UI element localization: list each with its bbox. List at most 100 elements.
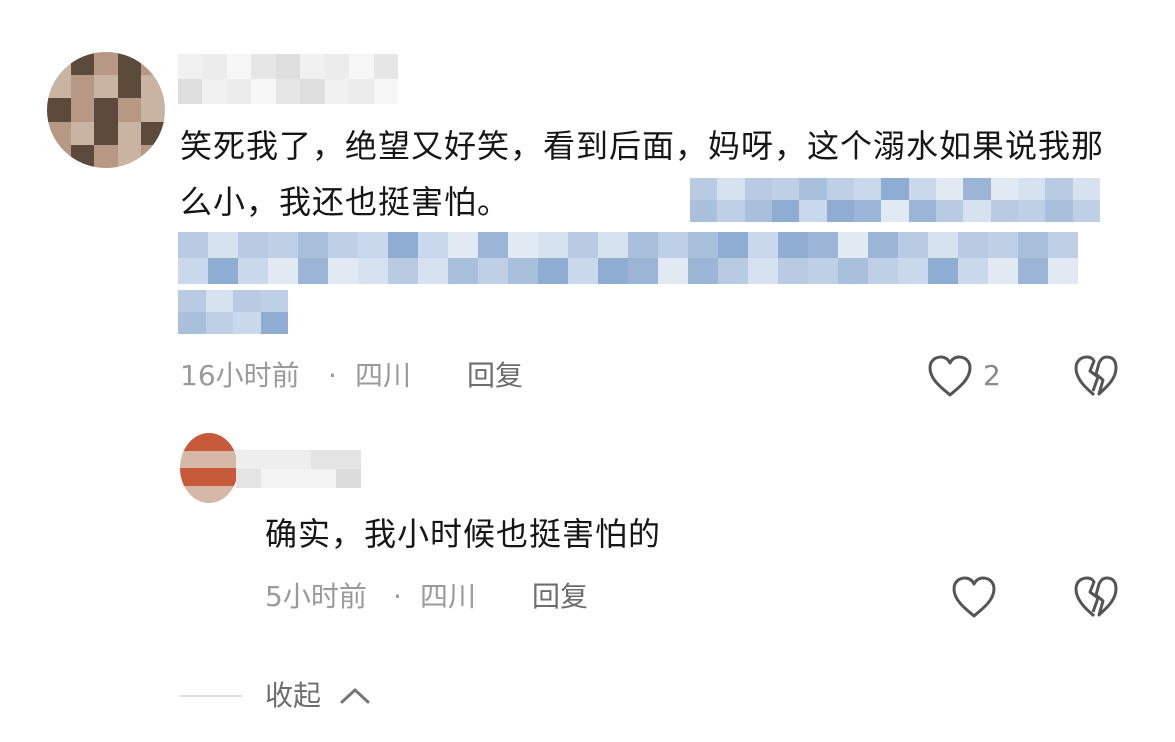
reply-text: 确实，我小时候也挺害怕的 bbox=[265, 515, 662, 553]
mosaic-pixel bbox=[349, 79, 374, 104]
mosaic-pixel bbox=[261, 450, 286, 469]
mosaic-pixel bbox=[141, 52, 165, 76]
collapse-button[interactable]: 收起 bbox=[265, 676, 321, 716]
mosaic-pixel bbox=[180, 450, 200, 468]
mosaic-pixel bbox=[808, 258, 838, 284]
comment-time: 16小时前 bbox=[180, 359, 300, 392]
mosaic-pixel bbox=[178, 79, 203, 104]
mosaic-pixel bbox=[202, 54, 227, 79]
heart-outline-icon[interactable] bbox=[926, 353, 974, 399]
reply-button[interactable]: 回复 bbox=[532, 577, 588, 617]
mosaic-pixel bbox=[1045, 178, 1073, 200]
mosaic-pixel bbox=[1048, 258, 1078, 284]
mosaic-pixel bbox=[1072, 200, 1100, 222]
mosaic-pixel bbox=[117, 75, 142, 99]
mosaic-pixel bbox=[778, 232, 808, 258]
reply-time: 5小时前 bbox=[265, 580, 367, 613]
reply-button[interactable]: 回复 bbox=[467, 356, 523, 396]
mosaic-pixel bbox=[180, 433, 200, 451]
mosaic-pixel bbox=[324, 79, 350, 104]
mosaic-pixel bbox=[898, 232, 928, 258]
mosaic-pixel bbox=[349, 54, 374, 79]
mosaic-pixel bbox=[47, 52, 71, 76]
mosaic-pixel bbox=[260, 312, 288, 334]
mosaic-pixel bbox=[233, 312, 261, 334]
mosaic-pixel bbox=[218, 433, 238, 451]
mosaic-pixel bbox=[448, 258, 478, 284]
mosaic-pixel bbox=[658, 232, 688, 258]
mosaic-pixel bbox=[260, 290, 288, 312]
mosaic-pixel bbox=[358, 232, 388, 258]
mosaic-pixel bbox=[141, 75, 165, 99]
mosaic-pixel bbox=[208, 258, 238, 284]
heart-outline-icon[interactable] bbox=[950, 574, 998, 620]
mosaic-pixel bbox=[881, 200, 909, 222]
mosaic-pixel bbox=[180, 485, 200, 503]
mosaic-pixel bbox=[208, 232, 238, 258]
redacted-text bbox=[178, 232, 1078, 284]
mosaic-pixel bbox=[598, 232, 628, 258]
mosaic-pixel bbox=[598, 258, 628, 284]
mosaic-pixel bbox=[199, 485, 219, 503]
mosaic-pixel bbox=[388, 232, 418, 258]
mosaic-pixel bbox=[236, 450, 261, 469]
mosaic-pixel bbox=[988, 258, 1018, 284]
mosaic-pixel bbox=[70, 121, 95, 145]
mosaic-pixel bbox=[178, 54, 203, 79]
mosaic-pixel bbox=[744, 178, 772, 200]
mosaic-pixel bbox=[854, 178, 882, 200]
mosaic-pixel bbox=[205, 312, 233, 334]
mosaic-pixel bbox=[180, 468, 200, 486]
broken-heart-icon[interactable] bbox=[1072, 574, 1120, 620]
meta-separator: · bbox=[393, 580, 402, 613]
mosaic-pixel bbox=[117, 52, 142, 76]
mosaic-pixel bbox=[448, 232, 478, 258]
mosaic-pixel bbox=[928, 232, 958, 258]
mosaic-pixel bbox=[275, 54, 301, 79]
replier-name-redacted[interactable] bbox=[236, 450, 361, 488]
mosaic-pixel bbox=[70, 75, 95, 99]
mosaic-pixel bbox=[94, 144, 118, 168]
mosaic-pixel bbox=[628, 258, 658, 284]
replier-avatar[interactable] bbox=[180, 433, 238, 503]
mosaic-pixel bbox=[1018, 258, 1048, 284]
mosaic-pixel bbox=[47, 75, 71, 99]
mosaic-pixel bbox=[799, 178, 827, 200]
mosaic-pixel bbox=[748, 232, 778, 258]
mosaic-pixel bbox=[990, 178, 1018, 200]
mosaic-pixel bbox=[799, 200, 827, 222]
mosaic-pixel bbox=[311, 469, 336, 488]
mosaic-pixel bbox=[178, 290, 206, 312]
mosaic-pixel bbox=[324, 54, 350, 79]
mosaic-pixel bbox=[236, 469, 261, 488]
mosaic-pixel bbox=[748, 258, 778, 284]
mosaic-pixel bbox=[268, 258, 298, 284]
mosaic-pixel bbox=[868, 258, 898, 284]
mosaic-pixel bbox=[199, 468, 219, 486]
mosaic-pixel bbox=[233, 290, 261, 312]
mosaic-pixel bbox=[268, 232, 298, 258]
mosaic-pixel bbox=[958, 258, 988, 284]
mosaic-pixel bbox=[94, 75, 118, 99]
mosaic-pixel bbox=[328, 258, 358, 284]
mosaic-pixel bbox=[963, 200, 991, 222]
mosaic-pixel bbox=[70, 144, 95, 168]
mosaic-pixel bbox=[94, 98, 118, 122]
broken-heart-icon[interactable] bbox=[1072, 353, 1120, 399]
mosaic-pixel bbox=[744, 200, 772, 222]
mosaic-pixel bbox=[251, 79, 276, 104]
mosaic-pixel bbox=[508, 232, 538, 258]
mosaic-pixel bbox=[298, 258, 328, 284]
chevron-up-icon[interactable] bbox=[338, 684, 372, 708]
commenter-avatar[interactable] bbox=[47, 52, 165, 168]
mosaic-pixel bbox=[261, 469, 286, 488]
mosaic-pixel bbox=[990, 200, 1018, 222]
mosaic-pixel bbox=[478, 258, 508, 284]
mosaic-pixel bbox=[358, 258, 388, 284]
mosaic-pixel bbox=[881, 178, 909, 200]
mosaic-pixel bbox=[388, 258, 418, 284]
mosaic-pixel bbox=[226, 54, 252, 79]
commenter-name-redacted[interactable] bbox=[178, 54, 398, 104]
mosaic-pixel bbox=[141, 98, 165, 122]
mosaic-pixel bbox=[328, 232, 358, 258]
